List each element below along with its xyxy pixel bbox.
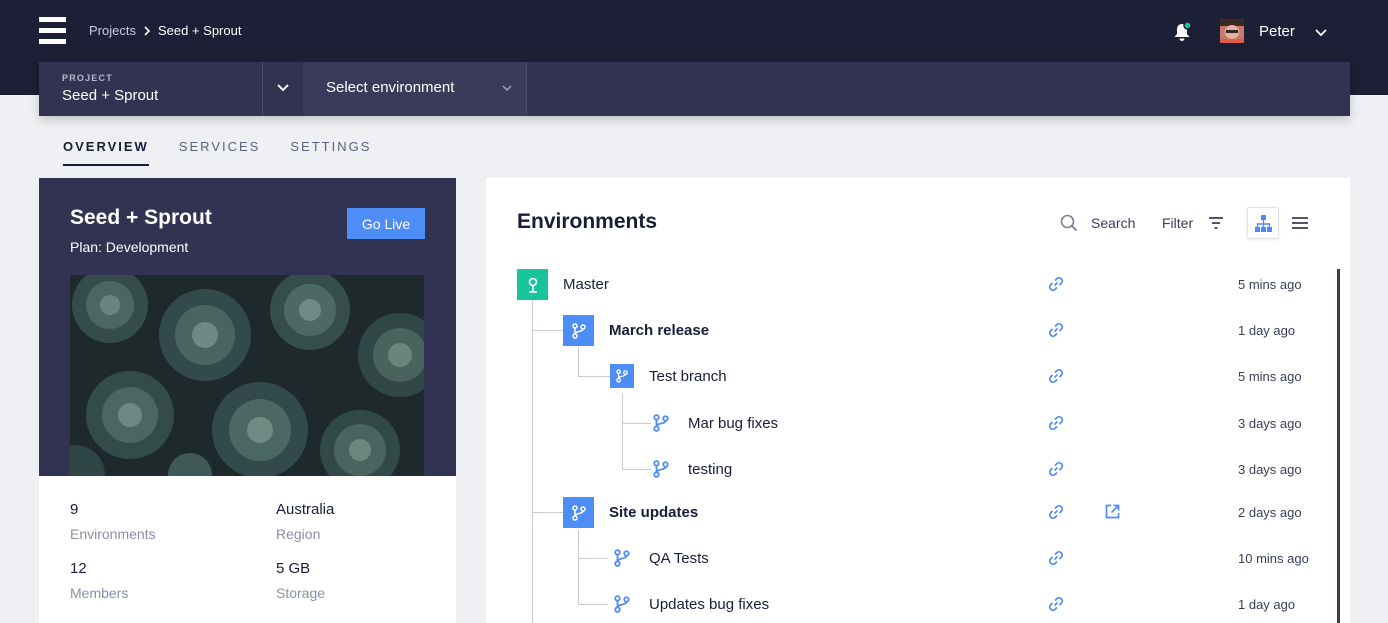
scrollbar[interactable] xyxy=(1337,269,1340,623)
filter-button[interactable]: Filter xyxy=(1162,215,1193,231)
chevron-down-icon xyxy=(502,85,512,92)
tree-connector xyxy=(622,469,651,470)
stat-value: 5 GB xyxy=(276,560,311,577)
env-time: 2 days ago xyxy=(1238,505,1302,520)
stat-environments: 9 Environments xyxy=(70,501,156,542)
link-icon[interactable] xyxy=(1046,274,1066,294)
tab-services[interactable]: SERVICES xyxy=(179,139,261,166)
project-card-header: Seed + Sprout Plan: Development Go Live xyxy=(39,178,456,476)
stat-label: Members xyxy=(70,585,129,601)
project-image xyxy=(70,275,424,476)
breadcrumb: Projects Seed + Sprout xyxy=(89,23,241,38)
avatar[interactable] xyxy=(1220,19,1244,43)
env-name-master[interactable]: Master xyxy=(563,276,609,293)
project-value: Seed + Sprout xyxy=(62,87,159,104)
environment-placeholder: Select environment xyxy=(326,79,455,96)
env-name-mar-bug-fixes[interactable]: Mar bug fixes xyxy=(688,415,778,432)
tab-settings[interactable]: SETTINGS xyxy=(290,139,371,166)
project-select[interactable]: PROJECT Seed + Sprout xyxy=(39,62,263,116)
external-link-icon[interactable] xyxy=(1104,503,1121,520)
succulent-image xyxy=(70,275,424,476)
stat-label: Storage xyxy=(276,585,326,601)
link-icon[interactable] xyxy=(1046,594,1066,614)
tree-connector xyxy=(578,604,608,605)
project-label: PROJECT xyxy=(62,73,113,83)
link-icon[interactable] xyxy=(1046,413,1066,433)
stat-members: 12 Members xyxy=(70,560,128,601)
branch-icon xyxy=(563,315,594,346)
tree-view-toggle[interactable] xyxy=(1247,207,1279,239)
chevron-right-icon xyxy=(144,25,151,36)
environments-title: Environments xyxy=(517,210,658,233)
tree-connector xyxy=(532,330,563,331)
branch-icon xyxy=(610,364,634,388)
chevron-down-icon[interactable] xyxy=(1314,27,1328,37)
branch-icon xyxy=(614,549,630,567)
chevron-down-icon xyxy=(277,84,289,92)
env-time: 3 days ago xyxy=(1238,462,1302,477)
go-live-button[interactable]: Go Live xyxy=(347,208,425,239)
env-time: 5 mins ago xyxy=(1238,369,1302,384)
master-icon xyxy=(517,269,548,300)
environment-select[interactable]: Select environment xyxy=(303,62,487,116)
branch-icon xyxy=(563,497,594,528)
link-icon[interactable] xyxy=(1046,459,1066,479)
search-icon[interactable] xyxy=(1060,214,1078,232)
search-button[interactable]: Search xyxy=(1091,215,1135,231)
env-name-testing[interactable]: testing xyxy=(688,461,732,478)
project-selector-bar: PROJECT Seed + Sprout Select environment xyxy=(39,62,1350,116)
breadcrumb-current[interactable]: Seed + Sprout xyxy=(158,23,241,38)
tree-connector xyxy=(578,347,579,376)
tree-view-icon xyxy=(1255,215,1272,232)
stat-label: Environments xyxy=(70,526,156,542)
tree-connector xyxy=(622,393,623,470)
tree-connector xyxy=(622,423,651,424)
notification-bell-icon[interactable] xyxy=(1171,21,1193,43)
branch-icon xyxy=(614,595,630,613)
stat-value: Australia xyxy=(276,501,335,518)
link-icon[interactable] xyxy=(1046,320,1066,340)
env-time: 1 day ago xyxy=(1238,323,1296,338)
environments-panel: Environments Search Filter Master 5 mins… xyxy=(486,178,1350,623)
tree-connector xyxy=(578,376,610,377)
list-view-icon[interactable] xyxy=(1292,216,1308,230)
env-name-site-updates[interactable]: Site updates xyxy=(609,504,698,521)
tree-connector xyxy=(532,300,533,623)
filter-icon[interactable] xyxy=(1208,216,1224,230)
link-icon[interactable] xyxy=(1046,366,1066,386)
tab-bar: OVERVIEW SERVICES SETTINGS xyxy=(63,139,371,166)
environment-dropdown-toggle[interactable] xyxy=(487,62,527,116)
user-photo-icon xyxy=(1220,19,1244,43)
branch-icon xyxy=(653,414,669,432)
env-time: 1 day ago xyxy=(1238,597,1296,612)
project-plan: Plan: Development xyxy=(70,239,189,255)
tree-connector xyxy=(578,558,608,559)
link-icon[interactable] xyxy=(1046,548,1066,568)
user-name[interactable]: Peter xyxy=(1259,23,1295,40)
stat-label: Region xyxy=(276,526,321,542)
env-name-march-release[interactable]: March release xyxy=(609,322,709,339)
env-name-qa-tests[interactable]: QA Tests xyxy=(649,550,709,567)
stat-region: Australia Region xyxy=(276,501,334,542)
project-card: Seed + Sprout Plan: Development Go Live xyxy=(39,178,456,623)
project-title: Seed + Sprout xyxy=(70,206,212,229)
env-time: 3 days ago xyxy=(1238,416,1302,431)
env-name-updates-bug-fixes[interactable]: Updates bug fixes xyxy=(649,596,769,613)
hamburger-menu-icon[interactable] xyxy=(39,17,66,44)
tab-overview[interactable]: OVERVIEW xyxy=(63,139,149,166)
stat-value: 9 xyxy=(70,501,79,518)
branch-icon xyxy=(653,460,669,478)
stat-storage: 5 GB Storage xyxy=(276,560,325,601)
env-time: 5 mins ago xyxy=(1238,277,1302,292)
breadcrumb-projects[interactable]: Projects xyxy=(89,23,136,38)
env-name-test-branch[interactable]: Test branch xyxy=(649,368,727,385)
tree-connector xyxy=(532,512,563,513)
env-time: 10 mins ago xyxy=(1238,551,1309,566)
stat-value: 12 xyxy=(70,560,87,577)
tree-connector xyxy=(578,530,579,605)
link-icon[interactable] xyxy=(1046,502,1066,522)
project-dropdown-toggle[interactable] xyxy=(263,62,303,116)
